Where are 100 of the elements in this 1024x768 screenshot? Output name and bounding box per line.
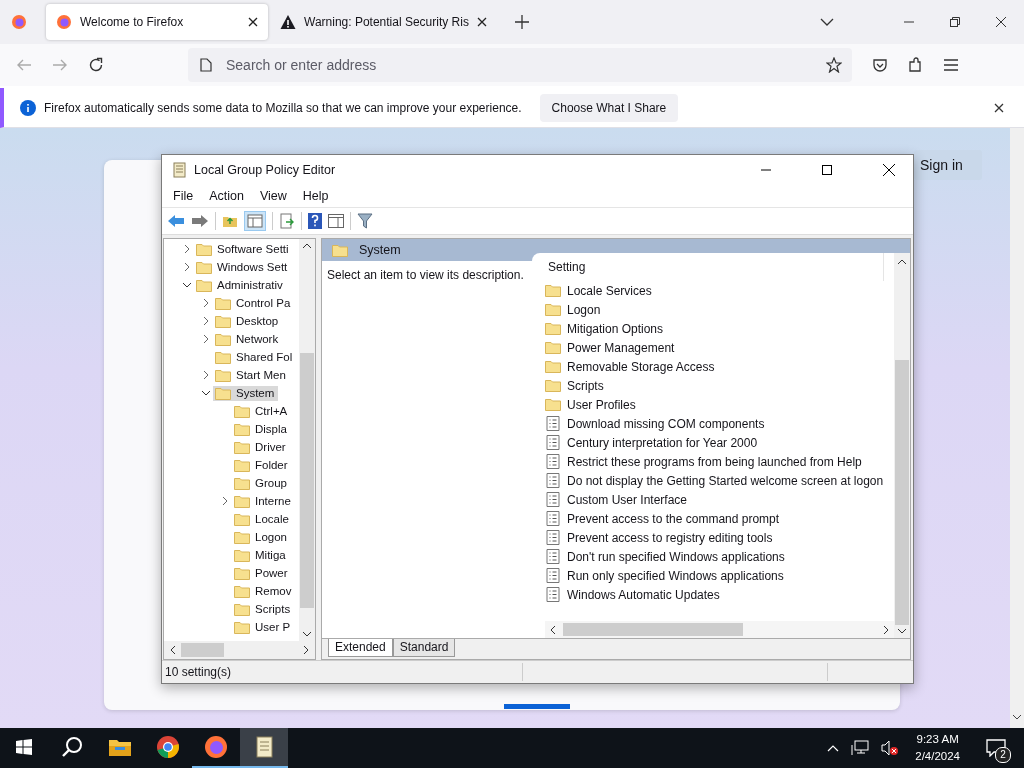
setting-item[interactable]: Locale Services — [545, 281, 894, 300]
muted-speaker-icon[interactable] — [881, 740, 900, 756]
scroll-down-icon[interactable] — [303, 632, 311, 637]
tree-item[interactable]: Mitiga — [232, 547, 290, 563]
reload-icon[interactable] — [88, 57, 104, 73]
tree-item[interactable]: User P — [232, 619, 295, 635]
view-tab[interactable]: Standard — [392, 639, 456, 657]
tree-item[interactable]: System — [213, 385, 279, 401]
setting-item[interactable]: Prevent access to registry editing tools — [545, 528, 894, 547]
tree-item[interactable]: Group — [232, 475, 291, 491]
choose-what-i-share-button[interactable]: Choose What I Share — [539, 93, 679, 122]
tree-item[interactable]: Scripts — [232, 601, 295, 617]
tree-item[interactable]: Network — [213, 331, 283, 347]
windows-start-icon[interactable] — [16, 739, 32, 755]
close-icon[interactable] — [994, 102, 1004, 113]
tree-item[interactable]: Displa — [232, 421, 291, 437]
tree-item[interactable]: Power — [232, 565, 292, 581]
scrollbar[interactable] — [164, 641, 315, 659]
setting-item[interactable]: Removable Storage Access — [545, 357, 894, 376]
new-tab-icon[interactable] — [514, 15, 529, 29]
setting-item[interactable]: Prevent access to the command prompt — [545, 509, 894, 528]
close-icon[interactable] — [883, 164, 895, 176]
tree-item[interactable]: Ctrl+A — [232, 403, 292, 419]
setting-item[interactable]: Century interpretation for Year 2000 — [545, 433, 894, 452]
close-icon[interactable] — [996, 17, 1006, 27]
browser-tab[interactable]: Welcome to Firefox — [46, 4, 268, 40]
taskbar-app[interactable] — [240, 728, 288, 768]
menu-item[interactable]: Help — [294, 189, 337, 203]
search-icon[interactable] — [61, 736, 83, 758]
browser-tab[interactable]: Warning: Potential Security Ris — [270, 4, 497, 40]
scroll-right-icon[interactable] — [304, 646, 309, 654]
chevron-right-icon[interactable] — [222, 496, 228, 506]
chevron-right-icon[interactable] — [184, 244, 190, 254]
tree-item[interactable]: Driver — [232, 439, 290, 455]
setting-item[interactable]: Do not display the Getting Started welcome screen at logon — [545, 471, 894, 490]
setting-item[interactable]: Download missing COM components — [545, 414, 894, 433]
column-header[interactable]: Setting — [548, 260, 586, 274]
setting-item[interactable]: Run only specified Windows applications — [545, 566, 894, 585]
menu-item[interactable]: View — [251, 189, 295, 203]
export-list-icon[interactable] — [279, 213, 295, 229]
scrollbar-thumb[interactable] — [181, 643, 224, 657]
scrollbar[interactable] — [299, 239, 315, 641]
setting-item[interactable]: Scripts — [545, 376, 894, 395]
tree-item[interactable]: Interne — [232, 493, 295, 509]
chevron-right-icon[interactable] — [203, 370, 209, 380]
pocket-icon[interactable] — [872, 57, 888, 73]
up-folder-icon[interactable] — [222, 214, 238, 228]
setting-item[interactable]: Don't run specified Windows applications — [545, 547, 894, 566]
scroll-down-icon[interactable] — [898, 629, 906, 634]
close-icon[interactable] — [248, 17, 258, 27]
tree-item[interactable]: Locale — [232, 511, 293, 527]
puzzle-icon[interactable] — [908, 57, 924, 73]
sign-in-button[interactable]: Sign in — [914, 150, 982, 180]
scroll-left-icon[interactable] — [550, 625, 555, 634]
menu-item[interactable]: Action — [201, 189, 252, 203]
help-icon[interactable] — [308, 213, 322, 229]
scrollbar[interactable] — [545, 621, 894, 638]
network-icon[interactable] — [851, 740, 870, 756]
restore-icon[interactable] — [950, 17, 960, 27]
tree-item[interactable]: Administrativ — [194, 277, 287, 293]
clock-time[interactable]: 9:23 AM — [916, 731, 959, 748]
menu-item[interactable]: File — [165, 189, 202, 203]
tree-item[interactable]: Start Men — [213, 367, 290, 383]
setting-item[interactable]: User Profiles — [545, 395, 894, 414]
tree-view-icon[interactable] — [244, 211, 266, 231]
scroll-up-icon[interactable] — [898, 259, 906, 264]
star-icon[interactable] — [826, 57, 842, 73]
back-arrow-icon[interactable] — [167, 214, 185, 228]
scrollbar[interactable] — [1010, 128, 1024, 728]
chevron-right-icon[interactable] — [184, 262, 190, 272]
scrollbar-thumb[interactable] — [563, 623, 743, 636]
chevron-down-icon[interactable] — [201, 390, 211, 396]
chevron-right-icon[interactable] — [203, 316, 209, 326]
setting-item[interactable]: Logon — [545, 300, 894, 319]
chevron-up-icon[interactable] — [827, 744, 840, 752]
chevron-right-icon[interactable] — [203, 298, 209, 308]
maximize-icon[interactable] — [822, 165, 832, 175]
scroll-left-icon[interactable] — [170, 646, 175, 654]
tree-item[interactable]: Control Pa — [213, 295, 295, 311]
scroll-down-icon[interactable] — [1013, 715, 1021, 720]
chevron-right-icon[interactable] — [203, 334, 209, 344]
menu-icon[interactable] — [944, 59, 958, 71]
setting-item[interactable]: Custom User Interface — [545, 490, 894, 509]
chevron-down-icon[interactable] — [820, 18, 834, 26]
scroll-up-icon[interactable] — [303, 243, 311, 248]
scroll-right-icon[interactable] — [884, 625, 889, 634]
tree-item[interactable]: Software Setti — [194, 241, 293, 257]
setting-item[interactable]: Power Management — [545, 338, 894, 357]
tree-item[interactable]: Shared Fol — [213, 349, 297, 365]
setting-item[interactable]: Windows Automatic Updates — [545, 585, 894, 604]
tree-item[interactable]: Remov — [232, 583, 296, 599]
filter-icon[interactable] — [357, 213, 373, 229]
forward-arrow-icon[interactable] — [191, 214, 209, 228]
tree-item[interactable]: Folder — [232, 457, 292, 473]
scrollbar[interactable] — [894, 253, 910, 638]
tree-item[interactable]: Logon — [232, 529, 291, 545]
firefox-icon[interactable] — [11, 14, 27, 30]
view-tab[interactable]: Extended — [328, 639, 393, 657]
tree-item[interactable]: Windows Sett — [194, 259, 292, 275]
chevron-down-icon[interactable] — [182, 282, 192, 288]
